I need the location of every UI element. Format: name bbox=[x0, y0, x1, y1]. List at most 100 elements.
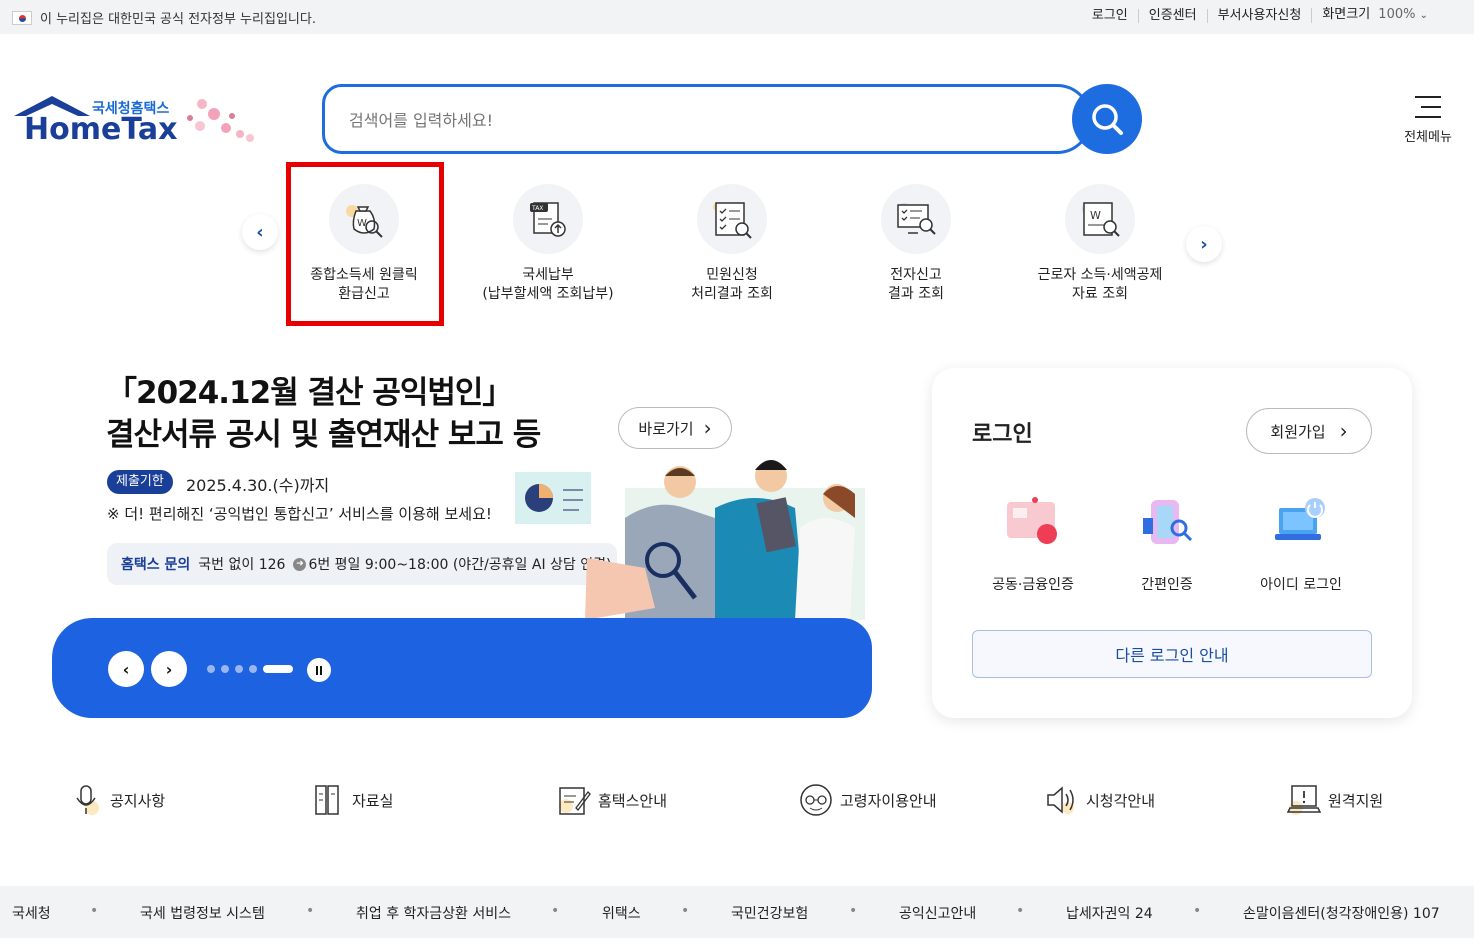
quick-item-civil-petition[interactable]: 민원신청 처리결과 조회 bbox=[652, 184, 812, 304]
other-login-guide-button[interactable]: 다른 로그인 안내 bbox=[972, 630, 1372, 678]
certificate-card-icon bbox=[1007, 497, 1057, 544]
login-id-login[interactable]: 아이디 로그인 bbox=[1236, 492, 1366, 594]
banner-prev-button[interactable]: ‹ bbox=[108, 651, 144, 687]
chevron-left-icon: ‹ bbox=[122, 659, 130, 679]
full-menu-label: 전체메뉴 bbox=[1404, 130, 1452, 145]
quick-item-label-1: 전자신고 bbox=[890, 267, 942, 283]
tax-upload-icon: TAX bbox=[513, 184, 583, 254]
footer-link[interactable]: 국세 법령정보 시스템 bbox=[140, 903, 265, 923]
page-dot[interactable] bbox=[221, 665, 229, 673]
footer-link[interactable]: 국세청 bbox=[12, 903, 51, 923]
page-dot[interactable] bbox=[235, 665, 243, 673]
quick-item-label-2: 처리결과 조회 bbox=[691, 286, 773, 302]
chevron-right-icon: › bbox=[165, 659, 173, 679]
inquiry-phone: 국번 없이 126 bbox=[198, 557, 286, 573]
service-label: 홈택스안내 bbox=[598, 791, 668, 810]
footer-link[interactable]: 국민건강보험 bbox=[731, 903, 808, 923]
gov-topbar: 이 누리집은 대한민국 공식 전자정부 누리집입니다. 로그인 인증센터 부서사… bbox=[0, 0, 1474, 34]
page-dot[interactable] bbox=[249, 665, 257, 673]
service-label: 시청각안내 bbox=[1086, 791, 1156, 810]
footer-link[interactable]: 취업 후 학자금상환 서비스 bbox=[356, 903, 511, 923]
service-hometax-guide[interactable]: 홈택스안내 bbox=[556, 782, 667, 818]
quick-item-e-filing-result[interactable]: 전자신고 결과 조회 bbox=[836, 184, 996, 304]
quick-item-tax-payment[interactable]: TAX 국세납부 (납부할세액 조회납부) bbox=[468, 184, 628, 304]
join-label: 회원가입 bbox=[1270, 422, 1326, 441]
login-option-label: 공동·금융인증 bbox=[992, 577, 1074, 593]
footer-link[interactable]: 위택스 bbox=[602, 903, 641, 923]
top-link-cert-center[interactable]: 인증센터 bbox=[1137, 8, 1207, 23]
footer-link[interactable]: 손말이음센터(청각장애인용) 107 bbox=[1243, 903, 1440, 923]
quick-item-worker-deduction[interactable]: W 근로자 소득·세액공제 자료 조회 bbox=[1020, 184, 1180, 304]
hamburger-icon bbox=[1415, 96, 1441, 118]
edit-document-icon bbox=[559, 787, 591, 815]
banner-goto-button[interactable]: 바로가기 › bbox=[618, 407, 732, 449]
laptop-power-icon bbox=[1275, 498, 1325, 540]
gov-notice: 이 누리집은 대한민국 공식 전자정부 누리집입니다. bbox=[12, 8, 316, 27]
quick-item-label-1: 민원신청 bbox=[706, 267, 758, 283]
banner-pause-button[interactable] bbox=[307, 658, 331, 682]
service-notice[interactable]: 공지사항 bbox=[68, 782, 165, 818]
separator-dot: • bbox=[681, 903, 690, 919]
full-menu-button[interactable]: 전체메뉴 bbox=[1398, 96, 1458, 145]
receipt-search-icon: W bbox=[1065, 184, 1135, 254]
gov-notice-text: 이 누리집은 대한민국 공식 전자정부 누리집입니다. bbox=[40, 12, 316, 27]
separator-dot: • bbox=[1193, 903, 1202, 919]
page-dot-active[interactable] bbox=[263, 665, 293, 673]
top-link-zoom[interactable]: 화면크기 100% ⌄ bbox=[1311, 8, 1438, 23]
chevron-right-icon: › bbox=[703, 416, 712, 440]
inquiry-label: 홈택스 문의 bbox=[121, 557, 191, 573]
highlight-box bbox=[286, 162, 444, 326]
monitor-search-icon bbox=[881, 184, 951, 254]
login-panel: 로그인 회원가입 › 공동·금융인증 간편인증 아이디 로그인 다른 로그인 안… bbox=[932, 368, 1412, 718]
svg-text:W: W bbox=[1090, 209, 1101, 222]
cherry-blossom-icon bbox=[187, 99, 254, 142]
service-label: 고령자이용안내 bbox=[840, 791, 937, 810]
login-title: 로그인 bbox=[972, 422, 1033, 447]
service-label: 공지사항 bbox=[110, 791, 166, 810]
svg-text:TAX: TAX bbox=[531, 205, 543, 212]
quick-item-label-1: 국세납부 bbox=[522, 267, 574, 283]
deadline-badge: 제출기한 bbox=[107, 470, 173, 494]
pause-icon bbox=[316, 665, 318, 675]
top-link-dept-user[interactable]: 부서사용자신청 bbox=[1206, 8, 1312, 23]
search-button[interactable] bbox=[1072, 84, 1142, 154]
quick-prev-button[interactable]: ‹ bbox=[242, 214, 278, 250]
korea-flag-icon bbox=[12, 10, 32, 25]
bookshelf-icon bbox=[315, 785, 339, 815]
login-option-label: 아이디 로그인 bbox=[1260, 577, 1342, 593]
login-joint-financial-cert[interactable]: 공동·금융인증 bbox=[968, 492, 1098, 594]
login-option-label: 간편인증 bbox=[1141, 577, 1193, 593]
search-input[interactable] bbox=[349, 105, 1049, 135]
hometax-logo[interactable]: 국세청홈택스 HomeTax bbox=[12, 94, 262, 154]
service-label: 자료실 bbox=[352, 791, 394, 810]
top-links: 로그인 인증센터 부서사용자신청 화면크기 100% ⌄ bbox=[1082, 8, 1438, 23]
quick-item-label-2: 자료 조회 bbox=[1072, 286, 1128, 302]
banner-title-line2: 결산서류 공시 및 출연재산 보고 등 bbox=[106, 417, 541, 453]
zoom-value: 100% bbox=[1378, 7, 1416, 22]
zoom-label: 화면크기 bbox=[1322, 7, 1371, 22]
footer-link[interactable]: 납세자권익 24 bbox=[1066, 903, 1153, 923]
login-simple-auth[interactable]: 간편인증 bbox=[1102, 492, 1232, 594]
deadline-text: 2025.4.30.(수)까지 bbox=[186, 476, 330, 495]
service-senior-guide[interactable]: 고령자이용안내 bbox=[798, 782, 937, 818]
service-audiovisual-guide[interactable]: 시청각안내 bbox=[1044, 782, 1155, 818]
search-icon bbox=[1092, 104, 1123, 135]
service-archive[interactable]: 자료실 bbox=[310, 782, 393, 818]
chevron-left-icon: ‹ bbox=[256, 221, 264, 243]
banner-pagination bbox=[207, 665, 293, 673]
service-remote-support[interactable]: 원격지원 bbox=[1286, 782, 1383, 818]
quick-item-label-1: 근로자 소득·세액공제 bbox=[1037, 267, 1163, 283]
top-link-login[interactable]: 로그인 bbox=[1082, 8, 1138, 23]
chevron-right-icon: › bbox=[1339, 419, 1348, 443]
page-dot[interactable] bbox=[207, 665, 215, 673]
banner-title: 「2024.12월 결산 공익법인」 결산서류 공시 및 출연재산 보고 등 bbox=[106, 372, 541, 456]
quick-next-button[interactable]: › bbox=[1186, 226, 1222, 262]
footer-link[interactable]: 공익신고안내 bbox=[899, 903, 976, 923]
banner-next-button[interactable]: › bbox=[151, 651, 187, 687]
logo-main: HomeTax bbox=[24, 112, 178, 147]
senior-icon bbox=[800, 784, 832, 816]
chevron-right-icon: › bbox=[1200, 233, 1208, 255]
separator-dot: • bbox=[551, 903, 560, 919]
join-button[interactable]: 회원가입 › bbox=[1246, 408, 1372, 454]
microphone-icon bbox=[76, 785, 99, 815]
